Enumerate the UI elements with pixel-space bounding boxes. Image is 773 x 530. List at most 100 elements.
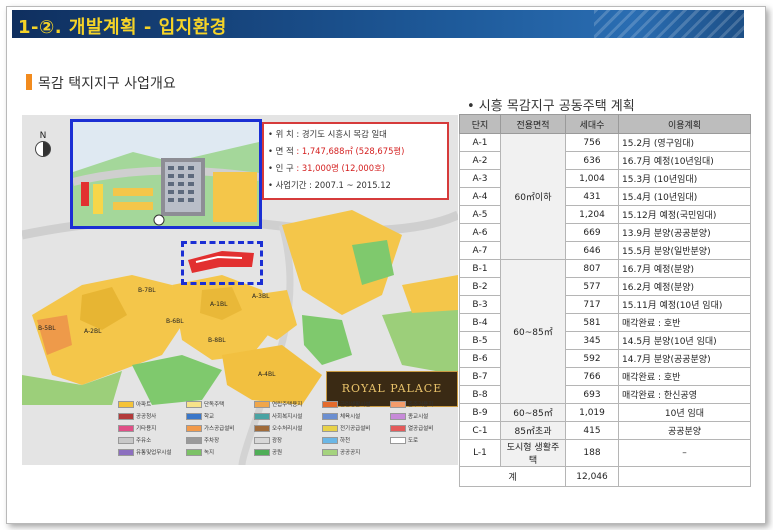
legend-label: 주유소 <box>136 438 152 444</box>
legend-label: 가스공급설비 <box>204 426 235 432</box>
info-value: : 1,747,688㎡ (528,675평) <box>296 146 405 156</box>
cell-complex: B-4 <box>459 313 501 332</box>
legend-label: 아파트 <box>136 402 152 408</box>
legend-swatch <box>186 412 202 420</box>
legend-item: 전기공급설비 <box>322 424 370 432</box>
legend-swatch <box>254 412 270 420</box>
header-banner: 1-②. 개발계획 - 입지환경 <box>12 10 744 38</box>
legend-item: 준주거용지 <box>390 400 433 408</box>
legend-item: 아파트 <box>118 400 151 408</box>
cell-units: 669 <box>565 223 619 242</box>
parcel-label: B-5BL <box>38 325 56 332</box>
cell-units: 592 <box>565 349 619 368</box>
cell-plan: 매각완료 : 호반 <box>618 367 751 386</box>
parcel-label: B-8BL <box>208 337 226 344</box>
parcel-label: A-1BL <box>210 301 228 308</box>
legend-item: 공공공지 <box>322 448 360 456</box>
info-key: • 면 적 <box>268 146 294 156</box>
cell-plan: 15.2月 (영구임대) <box>618 133 751 152</box>
legend-swatch <box>390 436 406 444</box>
table-header-row: 단지 전용면적 세대수 이용계획 <box>459 114 751 134</box>
total-plan <box>618 466 751 487</box>
cell-units: 693 <box>565 385 619 404</box>
cell-complex: B-9 <box>459 403 501 422</box>
cell-plan: 10년 임대 <box>618 403 751 422</box>
cell-units: 415 <box>565 421 619 440</box>
cell-units: 646 <box>565 241 619 260</box>
header-complex: 단지 <box>459 114 501 134</box>
legend-label: 체육시설 <box>340 414 361 420</box>
cell-plan: 16.2月 예정(분양) <box>618 277 751 296</box>
compass-north: N <box>34 131 52 157</box>
cell-area: 60㎡이하 <box>500 133 566 260</box>
legend-item: 주유소 <box>118 436 151 444</box>
legend-item: 근린생활시설 <box>322 400 370 408</box>
info-period: • 사업기간 : 2007.1 ~ 2015.12 <box>268 177 443 194</box>
legend-swatch <box>322 436 338 444</box>
table-total-row: 계 12,046 <box>459 466 751 487</box>
map-inset-photo <box>70 119 262 229</box>
legend-swatch <box>186 424 202 432</box>
legend-swatch <box>186 436 202 444</box>
cell-complex: B-3 <box>459 295 501 314</box>
cell-units: 1,004 <box>565 169 619 188</box>
legend-item: 오수처리시설 <box>254 424 302 432</box>
cell-plan: 13.9月 분양(공공분양) <box>618 223 751 242</box>
legend-swatch <box>118 412 134 420</box>
cell-plan: – <box>618 439 751 467</box>
legend-item: 종교시설 <box>390 412 428 420</box>
cell-units: 188 <box>565 439 619 467</box>
cell-units: 581 <box>565 313 619 332</box>
legend-item: 사회복지시설 <box>254 412 302 420</box>
total-label: 계 <box>459 466 566 487</box>
legend-label: 녹지 <box>204 450 215 456</box>
legend-label: 종교시설 <box>408 414 429 420</box>
map-legend: 아파트 공공청사 기타용지 주유소 유통및업무시설 단독주택 학교 가스공급설비 주차장 녹지 연립… <box>118 400 458 462</box>
table-row: L-1 도시형 생활주택 188– <box>459 439 751 467</box>
info-key: • 위 치 <box>268 129 294 139</box>
legend-item: 주차장 <box>186 436 219 444</box>
cell-complex: B-1 <box>459 259 501 278</box>
total-units: 12,046 <box>565 466 619 487</box>
cell-plan: 매각완료 : 한신공영 <box>618 385 751 404</box>
parcel-label: B-7BL <box>138 287 156 294</box>
cell-area: 60~85㎡ <box>500 403 566 422</box>
legend-swatch <box>254 436 270 444</box>
cell-plan: 15.3月 (10년임대) <box>618 169 751 188</box>
info-value: : 2007.1 ~ 2015.12 <box>309 180 391 190</box>
info-location: • 위 치 : 경기도 시흥시 목감 일대 <box>268 126 443 143</box>
compass-label: N <box>39 131 47 141</box>
parcel-label: A-3BL <box>252 293 270 300</box>
cell-complex: C-1 <box>459 421 501 440</box>
cell-units: 636 <box>565 151 619 170</box>
table-title: • 시흥 목감지구 공동주택 계획 <box>467 99 635 114</box>
legend-item: 도로 <box>390 436 418 444</box>
legend-swatch <box>322 412 338 420</box>
cell-units: 717 <box>565 295 619 314</box>
compass-icon <box>35 141 51 157</box>
cell-complex: A-5 <box>459 205 501 224</box>
cell-plan: 14.5月 분양(10년 임대) <box>618 331 751 350</box>
section-subtitle: 목감 택지지구 사업개요 <box>38 76 176 92</box>
legend-item: 연립주택용지 <box>254 400 302 408</box>
cell-area: 60~85㎡ <box>500 259 566 404</box>
cell-complex: B-8 <box>459 385 501 404</box>
legend-label: 근린생활시설 <box>340 402 371 408</box>
info-value: : 31,000명 (12,000호) <box>296 163 386 173</box>
legend-label: 유통및업무시설 <box>136 450 172 456</box>
legend-label: 광장 <box>272 438 283 444</box>
cell-complex: B-6 <box>459 349 501 368</box>
cell-complex: B-5 <box>459 331 501 350</box>
page-title: 1-②. 개발계획 - 입지환경 <box>18 17 227 38</box>
highlight-box <box>181 241 263 285</box>
legend-item: 유통및업무시설 <box>118 448 171 456</box>
housing-plan-table: 단지 전용면적 세대수 이용계획 A-1 60㎡이하 756 15.2月 (영구임대)… <box>459 114 751 487</box>
cell-complex: A-6 <box>459 223 501 242</box>
legend-swatch <box>118 448 134 456</box>
table-row: A-1 60㎡이하 756 15.2月 (영구임대) <box>459 133 751 260</box>
header-plan: 이용계획 <box>618 114 751 134</box>
legend-item: 가스공급설비 <box>186 424 234 432</box>
cell-plan: 15.5月 분양(일반분양) <box>618 241 751 260</box>
legend-item: 공원 <box>254 448 282 456</box>
legend-label: 열공급설비 <box>408 426 434 432</box>
